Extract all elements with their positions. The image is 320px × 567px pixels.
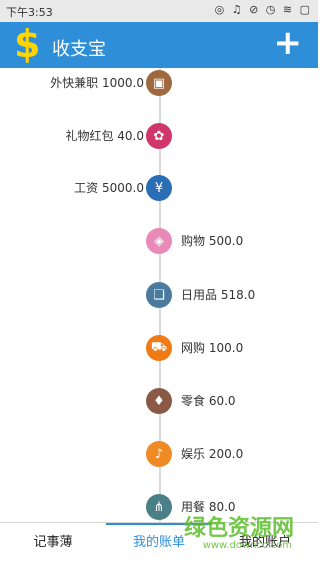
entry-amount: 60.0 [208, 394, 236, 408]
entry-amount: 518.0 [220, 288, 256, 302]
daily-goods-icon: ❑ [146, 282, 172, 308]
watermark-url: www.downcc.com [202, 540, 292, 551]
cart-icon: ⛟ [146, 335, 172, 361]
timeline-entry[interactable]: ◈ 购物 500.0 [0, 226, 318, 256]
entry-category: 日用品 [181, 288, 218, 302]
entry-category: 外快兼职 [50, 76, 99, 90]
microphone-icon: ♪ [146, 441, 172, 467]
timeline-entry[interactable]: ❑ 日用品 518.0 [0, 280, 318, 310]
app-bar: $ 收支宝 + [0, 22, 318, 68]
entry-amount: 1000.0 [102, 76, 144, 90]
entry-category: 购物 [181, 234, 206, 248]
entry-text: 外快兼职 1000.0 [50, 74, 144, 91]
entry-amount: 5000.0 [102, 181, 144, 195]
entry-text: 工资 5000.0 [74, 179, 144, 196]
watermark-logo: 绿色资源网 [183, 516, 294, 541]
add-button[interactable]: + [274, 26, 303, 60]
tab-label: 记事薄 [33, 535, 73, 550]
entry-amount: 500.0 [208, 234, 244, 248]
entry-amount: 40.0 [117, 129, 144, 143]
entry-category: 娱乐 [181, 447, 206, 461]
cutlery-icon: ⋔ [146, 494, 172, 520]
shopping-bag-icon: ◈ [146, 228, 172, 254]
entry-text: 礼物红包 40.0 [65, 127, 144, 144]
entry-amount: 200.0 [208, 447, 244, 461]
entry-category: 工资 [74, 181, 99, 195]
tab-notebook[interactable]: 记事薄 [0, 523, 106, 567]
entry-category: 零食 [181, 394, 206, 408]
gift-icon: ✿ [146, 123, 172, 149]
entry-text: 日用品 518.0 [181, 286, 255, 303]
timeline-entry[interactable]: ♦ 零食 60.0 [0, 386, 318, 416]
status-icons: ◎ ♫ ⊘ ◷ ≋ ▢ [214, 3, 312, 16]
entry-text: 零食 60.0 [181, 392, 236, 409]
entry-category: 网购 [181, 341, 206, 355]
dollar-logo-icon: $ [14, 22, 41, 66]
timeline-entry[interactable]: ¥ 工资 5000.0 [0, 173, 318, 203]
timeline-entry[interactable]: ⛟ 网购 100.0 [0, 333, 318, 363]
status-time: 下午3:53 [6, 6, 53, 19]
entry-text: 娱乐 200.0 [181, 445, 243, 462]
yen-icon: ¥ [146, 175, 172, 201]
timeline-entry[interactable]: ♪ 娱乐 200.0 [0, 439, 318, 469]
tab-label: 我的账单 [132, 535, 185, 550]
timeline-entry[interactable]: ✿ 礼物红包 40.0 [0, 121, 318, 151]
app-title: 收支宝 [52, 39, 106, 60]
status-bar: 下午3:53 ◎ ♫ ⊘ ◷ ≋ ▢ [0, 0, 318, 22]
entry-text: 购物 500.0 [181, 232, 243, 249]
timeline-entry[interactable]: ▣ 外快兼职 1000.0 [0, 68, 318, 98]
wallet-icon: ▣ [146, 70, 172, 96]
entry-amount: 100.0 [208, 341, 244, 355]
entry-category: 礼物红包 [65, 129, 114, 143]
entry-text: 网购 100.0 [181, 339, 243, 356]
ice-cream-icon: ♦ [146, 388, 172, 414]
